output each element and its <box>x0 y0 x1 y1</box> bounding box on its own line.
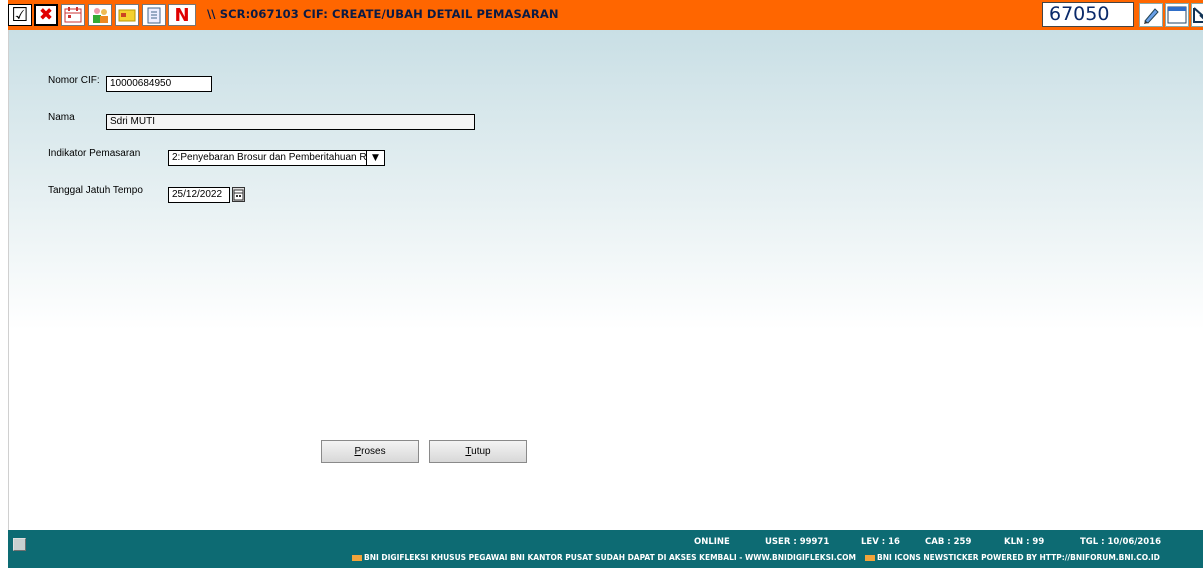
tutup-button[interactable]: Tutup <box>429 440 527 463</box>
card-icon[interactable] <box>115 4 139 26</box>
form-area: Nomor CIF: 10000684950 Nama Sdri MUTI In… <box>8 30 1203 530</box>
status-online: ONLINE <box>694 537 730 547</box>
calendar-icon[interactable] <box>61 4 85 26</box>
news-ticker-2-text: BNI ICONS NEWSTICKER POWERED BY HTTP://B… <box>877 553 1160 562</box>
status-lev: LEV : 16 <box>861 537 900 547</box>
status-tgl: TGL : 10/06/2016 <box>1080 537 1162 547</box>
status-user: USER : 99971 <box>765 537 830 547</box>
tanggal-jatuh-tempo-input[interactable]: 25/12/2022 <box>168 187 230 203</box>
indikator-pemasaran-value: 2:Penyebaran Brosur dan Pemberitahuan Ra <box>172 152 373 163</box>
edit-icon[interactable] <box>1139 3 1163 27</box>
nama-field: Sdri MUTI <box>106 114 475 130</box>
calendar-picker-icon[interactable] <box>232 187 245 202</box>
chevron-down-icon[interactable]: ▼ <box>366 151 384 165</box>
news-icon <box>352 555 362 561</box>
nomor-cif-label: Nomor CIF: <box>48 75 100 86</box>
nama-label: Nama <box>48 112 75 123</box>
news-ticker-1-text: BNI DIGIFLEKSI KHUSUS PEGAWAI BNI KANTOR… <box>364 553 856 562</box>
users-icon[interactable] <box>88 4 112 26</box>
news-ticker-1[interactable]: BNI DIGIFLEKSI KHUSUS PEGAWAI BNI KANTOR… <box>352 553 856 562</box>
status-bar: ONLINE USER : 99971 LEV : 16 CAB : 259 K… <box>8 530 1203 568</box>
status-cab: CAB : 259 <box>925 537 972 547</box>
mail-icon[interactable] <box>1191 3 1203 27</box>
news-icon <box>865 555 875 561</box>
checkbox-icon[interactable]: ☑ <box>8 4 32 26</box>
document-icon[interactable] <box>142 4 166 26</box>
proses-label: roses <box>361 446 386 457</box>
screen-code-field[interactable]: 67050 <box>1042 2 1134 27</box>
status-square-icon[interactable] <box>13 538 26 551</box>
nomor-cif-input[interactable]: 10000684950 <box>106 76 212 92</box>
status-kln: KLN : 99 <box>1004 537 1045 547</box>
logo-icon[interactable]: N <box>168 4 196 26</box>
indikator-pemasaran-label: Indikator Pemasaran <box>48 148 141 159</box>
tanggal-jatuh-tempo-label: Tanggal Jatuh Tempo <box>48 185 143 196</box>
app-window: ☑ ✖ N \\ SCR:067103 CIF: CREATE/UBAH DET… <box>8 0 1203 568</box>
proses-button[interactable]: Proses <box>321 440 419 463</box>
news-ticker-2[interactable]: BNI ICONS NEWSTICKER POWERED BY HTTP://B… <box>865 553 1160 562</box>
screen-title: \\ SCR:067103 CIF: CREATE/UBAH DETAIL PE… <box>207 7 559 21</box>
close-icon[interactable]: ✖ <box>34 4 58 26</box>
tutup-label: utup <box>471 446 491 457</box>
top-toolbar: ☑ ✖ N \\ SCR:067103 CIF: CREATE/UBAH DET… <box>8 0 1203 30</box>
indikator-pemasaran-select[interactable]: 2:Penyebaran Brosur dan Pemberitahuan Ra… <box>168 150 385 166</box>
window-icon[interactable] <box>1165 3 1189 27</box>
